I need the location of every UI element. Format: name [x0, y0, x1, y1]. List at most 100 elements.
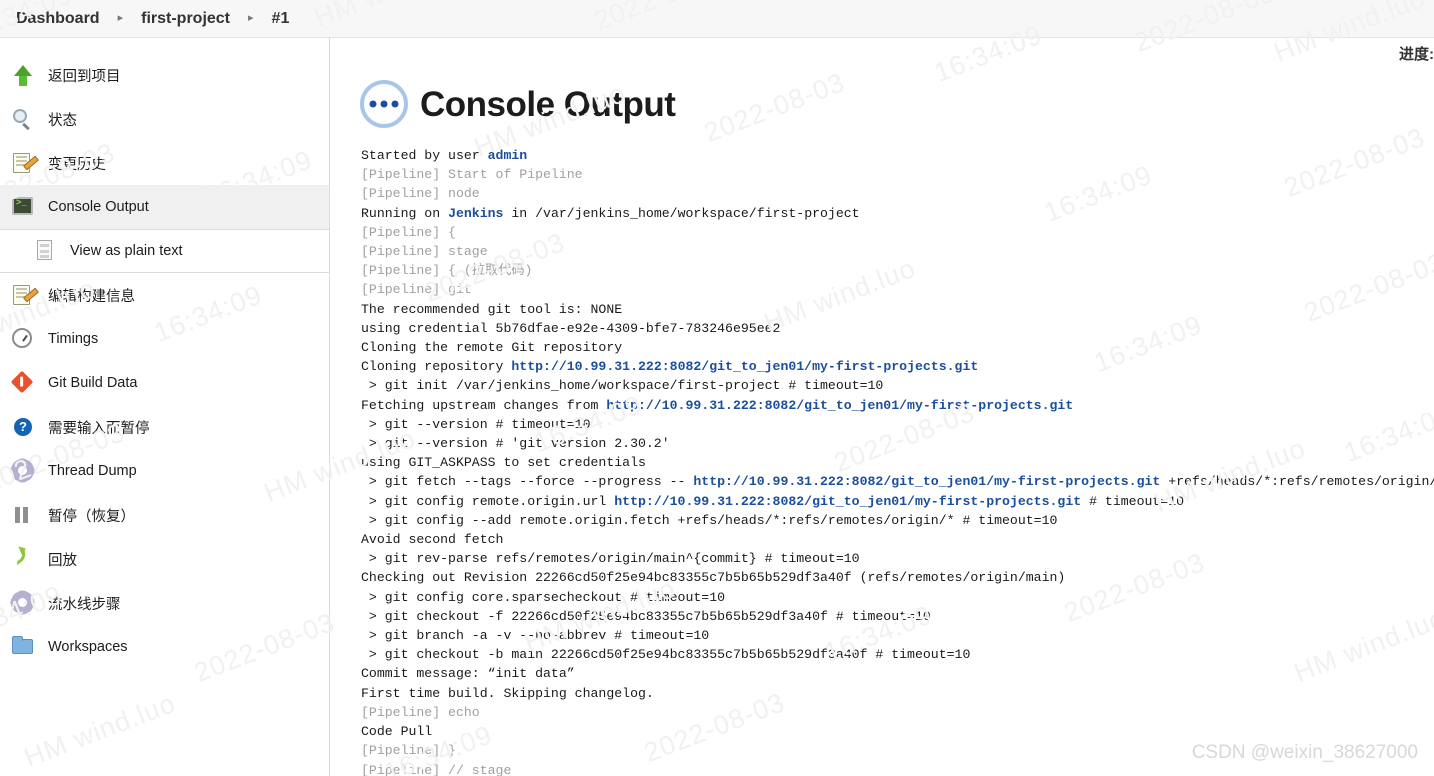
console-log-link[interactable]: http://10.99.31.222:8082/git_to_jen01/my…: [511, 359, 978, 374]
console-log-text: > git config core.sparsecheckout # timeo…: [361, 589, 726, 605]
notepad-edit-icon: [10, 150, 36, 176]
console-log-text: > git config remote.origin.url: [361, 493, 615, 509]
progress-label: 进度:: [1399, 46, 1434, 63]
gear-icon: [10, 458, 36, 484]
up-arrow-icon: [10, 62, 36, 88]
console-log-text: [Pipeline] { (拉取代码): [361, 263, 533, 279]
console-log-link[interactable]: http://10.99.31.222:8082/git_to_jen01/my…: [606, 398, 1073, 413]
console-log-text: Started by user: [361, 148, 488, 163]
sidebar-item-label: Console Output: [48, 199, 149, 215]
breadcrumb-separator: ▸: [248, 12, 254, 24]
console-log-line: > git --version # 'git version 2.30.2': [361, 434, 1434, 453]
console-log-text: [Pipeline] echo: [361, 704, 480, 720]
page-title: Console Output: [420, 84, 676, 124]
console-log-line: > git checkout -f 22266cd50f25e94bc83355…: [361, 607, 1434, 626]
sidebar-item-view-as-plain-text[interactable]: View as plain text: [0, 230, 329, 272]
sidebar-item-pipeline-steps[interactable]: 流水线步骤: [0, 581, 329, 625]
sidebar-item-label: 返回到项目: [48, 68, 121, 85]
console-log-line: > git init /var/jenkins_home/workspace/f…: [361, 376, 1434, 395]
console-log-text: > git --version # 'git version 2.30.2': [361, 436, 670, 452]
console-log-line: Running on Jenkins in /var/jenkins_home/…: [361, 204, 1434, 223]
sidebar-item-back-to-project[interactable]: 返回到项目: [0, 53, 329, 97]
console-log-line: Fetching upstream changes from http://10…: [361, 396, 1434, 415]
console-log-text: in /var/jenkins_home/workspace/first-pro…: [503, 205, 860, 221]
sidebar-item-label: 暂停（恢复）: [48, 508, 135, 525]
console-log-line: > git fetch --tags --force --progress --…: [361, 472, 1434, 491]
breadcrumb-dashboard[interactable]: Dashboard: [12, 10, 104, 28]
console-log-text: > git branch -a -v --no-abbrev # timeout…: [361, 628, 710, 644]
console-log-text: using GIT_ASKPASS to set credentials: [361, 455, 646, 471]
breadcrumb: Dashboard ▸ first-project ▸ #1: [0, 0, 1434, 38]
console-log-link[interactable]: http://10.99.31.222:8082/git_to_jen01/my…: [614, 494, 1081, 509]
console-log-text: Cloning repository: [361, 359, 512, 375]
console-log-text: The recommended git tool is: NONE: [361, 301, 623, 317]
sidebar-item-label: 状态: [48, 112, 77, 129]
console-log-text: [Pipeline] Start of Pipeline: [361, 167, 583, 183]
console-log-text: > git init /var/jenkins_home/workspace/f…: [361, 378, 884, 394]
console-log-line: Cloning the remote Git repository: [361, 338, 1434, 357]
console-log-text: > git checkout -b main 22266cd50f25e94bc…: [361, 647, 971, 663]
breadcrumb-first-project[interactable]: first-project: [137, 10, 234, 28]
console-log-line: > git rev-parse refs/remotes/origin/main…: [361, 549, 1434, 568]
sidebar-item-status[interactable]: 状态: [0, 97, 329, 141]
breadcrumb-build-number[interactable]: #1: [268, 10, 294, 28]
breadcrumb-separator: ▸: [117, 12, 124, 24]
sidebar-item-workspaces[interactable]: Workspaces: [0, 625, 329, 669]
console-log-text: +refs/heads/*:refs/remotes/origin/* # ti…: [1168, 474, 1434, 490]
sidebar-item-edit-build-information[interactable]: 编辑构建信息: [0, 273, 329, 317]
sidebar-item-replay[interactable]: 回放: [0, 537, 329, 581]
sidebar-item-paused-for-input[interactable]: ? 需要输入而暂停: [0, 405, 329, 449]
console-log-text: [Pipeline] node: [361, 186, 480, 202]
console-log-line: [Pipeline] echo: [361, 703, 1434, 722]
console-log-line: [Pipeline] git: [361, 280, 1434, 299]
console-log-text: Fetching upstream changes from: [361, 397, 607, 413]
console-log-line: Checking out Revision 22266cd50f25e94bc8…: [361, 568, 1434, 587]
console-log-text: Cloning the remote Git repository: [361, 340, 623, 356]
console-log-line: [Pipeline] {: [361, 223, 1434, 242]
page-header: Console Output: [360, 80, 1434, 128]
folder-icon: [10, 634, 36, 660]
console-log-line: Cloning repository http://10.99.31.222:8…: [361, 357, 1434, 376]
sidebar-item-label: Workspaces: [48, 639, 128, 655]
console-log-text: > git config --add remote.origin.fetch +…: [361, 512, 1058, 528]
console-log-text: > git rev-parse refs/remotes/origin/main…: [361, 551, 860, 567]
sidebar-item-console-output[interactable]: Console Output: [0, 185, 329, 229]
question-icon: ?: [10, 414, 36, 440]
console-log-user-link[interactable]: admin: [488, 148, 528, 163]
console-log-line: [Pipeline] stage: [361, 242, 1434, 261]
console-log-line: using GIT_ASKPASS to set credentials: [361, 453, 1434, 472]
console-log-text: Running on: [361, 205, 449, 221]
sidebar-item-git-build-data[interactable]: Git Build Data: [0, 361, 329, 405]
console-log-line: [Pipeline] Start of Pipeline: [361, 165, 1434, 184]
replay-icon: [9, 546, 36, 572]
console-log-text: [Pipeline] // stage: [361, 762, 512, 776]
console-log-text: > git checkout -f 22266cd50f25e94bc83355…: [361, 608, 931, 624]
sidebar-item-label: Git Build Data: [48, 375, 138, 391]
console-dots-icon: [360, 80, 408, 128]
console-log-link[interactable]: http://10.99.31.222:8082/git_to_jen01/my…: [693, 474, 1160, 489]
console-log-text: Code Pull: [361, 724, 433, 740]
sidebar-item-changes[interactable]: 变更历史: [0, 141, 329, 185]
document-icon: [32, 238, 58, 264]
sidebar: 返回到项目状态变更历史 Console Output View as plain t…: [0, 38, 330, 776]
sidebar-item-label: 回放: [48, 552, 77, 569]
console-log-text: Checking out Revision 22266cd50f25e94bc8…: [361, 570, 1066, 586]
sidebar-item-pause-resume[interactable]: 暂停（恢复）: [0, 493, 329, 537]
sidebar-item-label: View as plain text: [70, 243, 183, 259]
main-content: Console Output Started by user admin [Pip…: [331, 38, 1434, 776]
console-log-text: using credential 5b76dfae-e92e-4309-bfe7…: [361, 320, 781, 336]
sidebar-item-label: 变更历史: [48, 156, 106, 173]
sidebar-item-timings[interactable]: Timings: [0, 317, 329, 361]
console-log-text: Avoid second fetch: [361, 532, 504, 548]
clock-icon: [10, 326, 36, 352]
magnifier-icon: [10, 106, 36, 132]
console-log-line: > git --version # timeout=10: [361, 415, 1434, 434]
sidebar-item-label: 需要输入而暂停: [48, 420, 150, 437]
console-log-line: Code Pull: [361, 722, 1434, 741]
sidebar-item-label: Timings: [48, 331, 99, 347]
console-log-link[interactable]: Jenkins: [448, 206, 503, 221]
sidebar-item-label: 编辑构建信息: [48, 288, 135, 305]
sidebar-item-thread-dump[interactable]: Thread Dump: [0, 449, 329, 493]
sidebar-item-label: Thread Dump: [48, 463, 137, 479]
console-log-line: > git config core.sparsecheckout # timeo…: [361, 588, 1434, 607]
